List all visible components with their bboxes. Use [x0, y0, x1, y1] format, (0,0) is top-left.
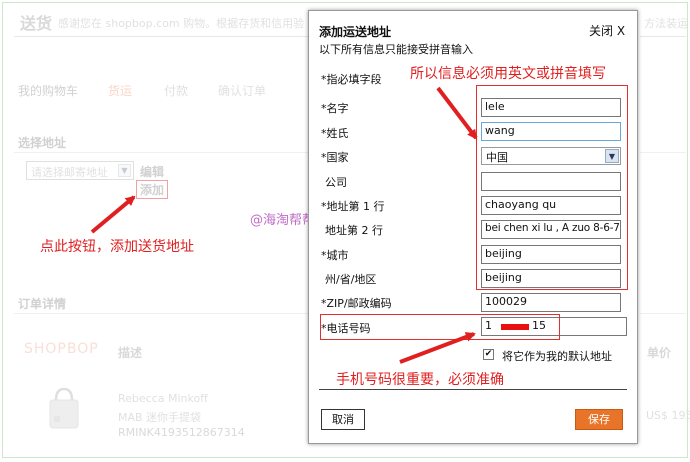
order-divider — [14, 313, 310, 314]
product-brand: Rebecca Minkoff — [118, 392, 208, 405]
dialog-title: 添加运送地址 — [319, 25, 392, 39]
fields-highlight-box — [476, 85, 628, 290]
page-subtitle: 感谢您在 shopbop.com 购物。根据存货和信用验 — [58, 17, 305, 30]
address-line1-label: *地址第 1 行 — [321, 200, 385, 213]
header-divider — [14, 36, 310, 37]
phone-highlight-box — [320, 314, 560, 340]
page-title: 送货 — [20, 14, 53, 33]
info-annotation: 所以信息必须用英文或拼音填写 — [410, 66, 606, 82]
close-button[interactable]: 关闭 X — [589, 22, 625, 39]
chevron-down-icon: ▼ — [118, 164, 131, 177]
order-section-title: 订单详情 — [18, 297, 67, 311]
shopbop-logo: SHOPBOP — [24, 341, 99, 357]
description-column-header: 描述 — [118, 346, 143, 360]
product-price: US$ 195 — [646, 409, 690, 422]
cancel-button[interactable]: 取消 — [321, 409, 365, 430]
dialog-subtitle: 以下所有信息只能接受拼音输入 — [319, 43, 473, 56]
last-name-label: *姓氏 — [321, 127, 349, 140]
first-name-label: *名字 — [321, 102, 349, 115]
required-note: *指必填字段 — [321, 73, 382, 86]
handbag-product-image — [49, 387, 79, 429]
default-address-label: 将它作为我的默认地址 — [502, 350, 612, 363]
country-label: *国家 — [321, 151, 349, 164]
product-sku: RMINK4193512867314 — [118, 426, 245, 439]
city-label: *城市 — [321, 249, 349, 262]
zip-input[interactable]: 100029 — [481, 293, 621, 312]
add-annotation: 点此按钮，添加送货地址 — [40, 239, 194, 255]
state-label: 州/省/地区 — [325, 273, 377, 286]
order-divider-right — [640, 313, 686, 314]
company-label: 公司 — [325, 176, 347, 189]
step-payment: 付款 — [164, 84, 189, 98]
address-select[interactable]: 请选择邮寄地址 ▼ — [26, 161, 134, 180]
address-line2-label: 地址第 2 行 — [325, 224, 383, 237]
page-subtitle-right: 方法装运 — [644, 17, 688, 30]
add-address-button[interactable]: 添加 — [136, 180, 169, 199]
dialog-footer-divider — [319, 389, 627, 390]
phone-annotation: 手机号码很重要，必须准确 — [336, 372, 504, 388]
address-select-placeholder: 请选择邮寄地址 — [31, 166, 108, 179]
product-name: MAB 迷你手提袋 — [118, 411, 202, 424]
address-section-title: 选择地址 — [18, 136, 67, 150]
step-confirm: 确认订单 — [218, 84, 267, 98]
save-button[interactable]: 保存 — [575, 409, 623, 430]
edit-address-link[interactable]: 编辑 — [140, 163, 164, 180]
address-divider — [14, 152, 310, 153]
header-divider-right — [640, 36, 686, 37]
price-column-header: 单价 — [647, 346, 672, 360]
zip-label: *ZIP/邮政编码 — [321, 297, 392, 310]
steps-label: 我的购物车 — [18, 84, 79, 98]
default-address-checkbox[interactable]: ✔ — [483, 349, 494, 360]
address-divider-right — [640, 152, 686, 153]
step-shipping: 货运 — [108, 84, 133, 98]
